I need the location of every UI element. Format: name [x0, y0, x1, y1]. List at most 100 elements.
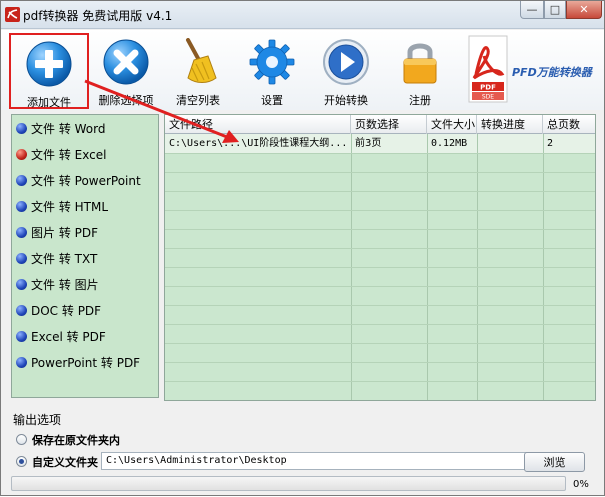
- grid-line: [165, 305, 595, 306]
- minimize-icon: —: [526, 3, 538, 16]
- gear-icon: [249, 39, 295, 85]
- list-item-file-to-txt[interactable]: 文件 转 TXT: [16, 247, 156, 269]
- settings-button[interactable]: 设置: [237, 34, 307, 107]
- broom-icon: [186, 38, 217, 83]
- list-item-excel-to-pdf[interactable]: Excel 转 PDF: [16, 325, 156, 347]
- list-item-file-to-html[interactable]: 文件 转 HTML: [16, 195, 156, 217]
- list-item-image-to-pdf[interactable]: 图片 转 PDF: [16, 221, 156, 243]
- radio-dot-icon: [16, 252, 27, 264]
- add-icon: [26, 41, 72, 87]
- list-item-label: 文件 转 PowerPoint: [31, 173, 141, 188]
- cell-size: 0.12MB: [431, 138, 468, 149]
- list-item-file-to-excel[interactable]: 文件 转 Excel: [16, 143, 156, 165]
- grid-line: [165, 191, 595, 192]
- list-item-label: 文件 转 Word: [31, 121, 106, 136]
- output-path-field[interactable]: C:\Users\Administrator\Desktop: [101, 452, 566, 470]
- start-convert-button[interactable]: 开始转换: [311, 34, 381, 107]
- column-header-path[interactable]: 文件路径: [165, 115, 351, 134]
- delete-selected-button[interactable]: 删除选择项: [91, 34, 161, 107]
- toolbar: 添加文件 删除选择项 清空列表 设置 开始转换 注册 PDF SDE PFD万能…: [1, 30, 604, 110]
- table-header: 文件路径 页数选择 文件大小 转换进度 总页数: [165, 115, 595, 134]
- register-label: 注册: [409, 94, 431, 107]
- settings-label: 设置: [261, 94, 283, 107]
- column-header-total-pages[interactable]: 总页数: [543, 115, 595, 134]
- output-options-title: 输出选项: [13, 413, 62, 427]
- pdf-document-icon: PDF SDE: [468, 35, 508, 103]
- add-file-label: 添加文件: [27, 96, 71, 109]
- title-bar: pdf转换器 免费试用版 v4.1 — □ ✕: [1, 1, 604, 29]
- conversion-progress-bar: [11, 476, 566, 491]
- radio-dot-icon: [16, 200, 27, 212]
- grid-line: [165, 153, 595, 154]
- close-button[interactable]: ✕: [566, 1, 602, 19]
- register-button[interactable]: 注册: [385, 34, 455, 107]
- list-item-label: Excel 转 PDF: [31, 329, 106, 344]
- list-item-label: DOC 转 PDF: [31, 303, 102, 318]
- grid-line: [165, 286, 595, 287]
- list-item-file-to-image[interactable]: 文件 转 图片: [16, 273, 156, 295]
- radio-same-folder[interactable]: [16, 434, 27, 445]
- app-logo-icon: [5, 7, 20, 22]
- radio-dot-icon: [16, 226, 27, 238]
- cell-pages[interactable]: 前3页: [351, 134, 427, 153]
- play-icon: [323, 39, 369, 85]
- list-item-label: 文件 转 图片: [31, 277, 99, 292]
- radio-dot-icon: [16, 174, 27, 186]
- radio-dot-icon: [16, 304, 27, 316]
- grid-line: [165, 343, 595, 344]
- column-header-progress[interactable]: 转换进度: [477, 115, 543, 134]
- radio-dot-icon: [16, 330, 27, 342]
- list-item-powerpoint-to-pdf[interactable]: PowerPoint 转 PDF: [16, 351, 156, 373]
- grid-line: [165, 267, 595, 268]
- grid-line: [165, 210, 595, 211]
- minimize-button[interactable]: —: [520, 1, 544, 19]
- window-title: pdf转换器 免费试用版 v4.1: [23, 9, 173, 23]
- list-item-file-to-powerpoint[interactable]: 文件 转 PowerPoint: [16, 169, 156, 191]
- radio-dot-active-icon: [16, 148, 27, 160]
- maximize-icon: □: [549, 3, 561, 16]
- close-icon: ✕: [579, 3, 589, 16]
- list-item-label: 文件 转 HTML: [31, 199, 109, 214]
- cell-path: C:\Users\...\UI阶段性课程大纲...: [169, 138, 348, 149]
- conversion-type-list: 文件 转 Word 文件 转 Excel 文件 转 PowerPoint 文件 …: [11, 114, 159, 398]
- radio-custom-folder-label[interactable]: 自定义文件夹: [32, 454, 98, 470]
- cell-progress: [477, 134, 543, 153]
- pdf-doc-label: PDF: [480, 84, 496, 92]
- app-window: pdf转换器 免费试用版 v4.1 — □ ✕ 添加文件 删除选择项 清空列表 …: [0, 0, 605, 496]
- radio-dot-icon: [16, 122, 27, 134]
- lock-icon: [403, 43, 437, 84]
- add-file-button[interactable]: 添加文件: [9, 33, 89, 109]
- cell-total-pages: 2: [547, 138, 554, 149]
- column-header-pages[interactable]: 页数选择: [351, 115, 427, 134]
- pdf-doc-sublabel: SDE: [482, 94, 494, 101]
- brand-logo: PDF SDE PFD万能转换器: [466, 34, 602, 106]
- radio-dot-icon: [16, 278, 27, 290]
- column-header-size[interactable]: 文件大小: [427, 115, 477, 134]
- table-row[interactable]: C:\Users\...\UI阶段性课程大纲... 前3页 0.12MB 2: [165, 134, 595, 153]
- clear-list-label: 清空列表: [176, 94, 220, 107]
- grid-line: [165, 172, 595, 173]
- delete-selected-label: 删除选择项: [98, 94, 154, 107]
- grid-line: [165, 324, 595, 325]
- radio-dot-icon: [16, 356, 27, 368]
- list-item-label: PowerPoint 转 PDF: [31, 355, 141, 370]
- list-item-file-to-word[interactable]: 文件 转 Word: [16, 117, 156, 139]
- progress-percent: 0%: [573, 479, 589, 490]
- radio-same-folder-label[interactable]: 保存在原文件夹内: [32, 432, 120, 448]
- file-table: 文件路径 页数选择 文件大小 转换进度 总页数 C:\Users\...\UI阶…: [164, 114, 596, 401]
- grid-line: [165, 229, 595, 230]
- grid-line: [165, 381, 595, 382]
- radio-custom-folder[interactable]: [16, 456, 27, 467]
- grid-line: [165, 362, 595, 363]
- list-item-label: 文件 转 Excel: [31, 147, 107, 162]
- list-item-label: 图片 转 PDF: [31, 225, 99, 240]
- list-item-doc-to-pdf[interactable]: DOC 转 PDF: [16, 299, 156, 321]
- clear-list-button[interactable]: 清空列表: [163, 34, 233, 107]
- start-convert-label: 开始转换: [324, 94, 368, 107]
- browse-button[interactable]: 浏览: [524, 452, 585, 472]
- list-item-label: 文件 转 TXT: [31, 251, 98, 266]
- delete-icon: [103, 39, 149, 85]
- grid-line: [165, 248, 595, 249]
- brand-name: PFD万能转换器: [512, 66, 592, 79]
- maximize-button[interactable]: □: [544, 1, 566, 19]
